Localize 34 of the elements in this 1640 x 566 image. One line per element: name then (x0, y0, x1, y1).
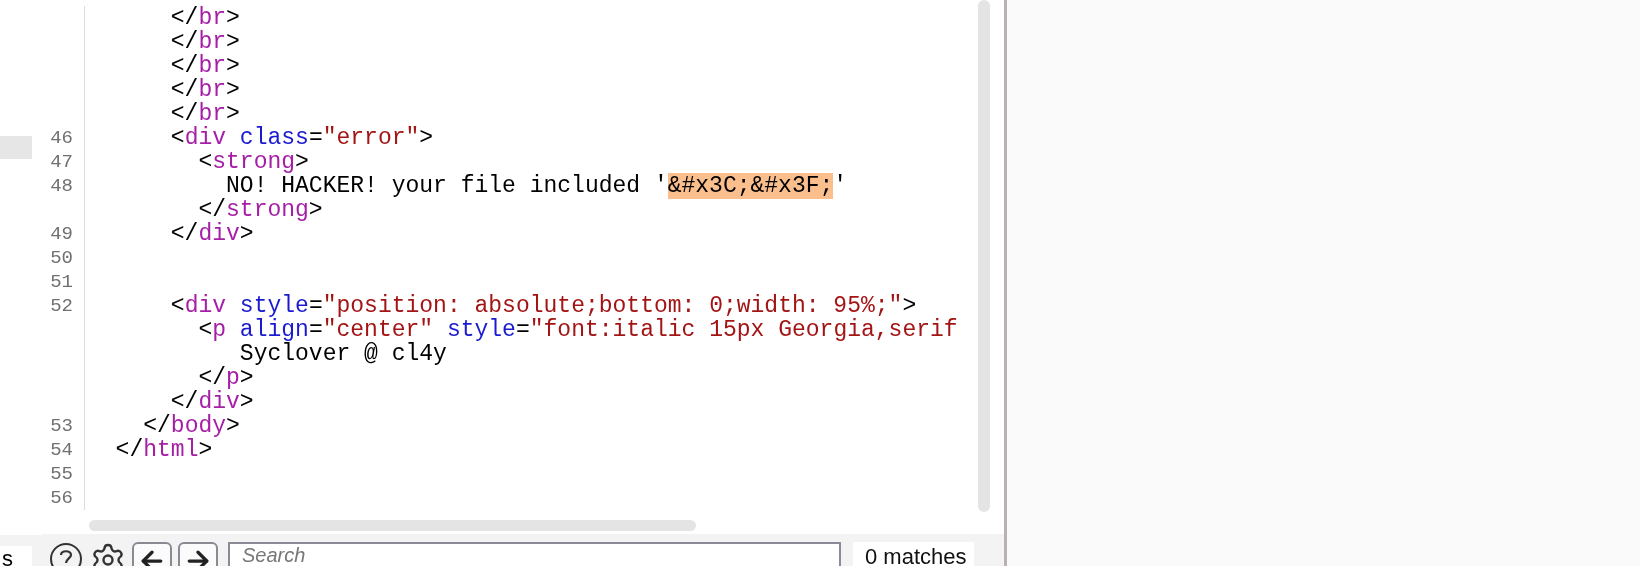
code-line: </br> (169, 102, 240, 126)
panel-label: s (0, 546, 32, 566)
code-line: </br> (169, 78, 240, 102)
code-line: <strong> (197, 150, 309, 174)
line-number: 52 (50, 294, 73, 318)
help-icon (49, 542, 83, 566)
code-line: </div> (169, 222, 254, 246)
code-line: Syclover @ cl4y (238, 342, 447, 366)
line-number: 49 (50, 222, 73, 246)
code-line: </p> (197, 366, 254, 390)
line-number: 50 (50, 246, 73, 270)
code-line: </br> (169, 30, 240, 54)
code-line: </br> (169, 54, 240, 78)
code-line: </html> (114, 438, 213, 462)
code-line: NO! HACKER! your file included '&#x3C;&#x3F;' (225, 174, 848, 198)
code-line: </br> (169, 6, 240, 30)
line-number: 51 (50, 270, 73, 294)
line-number: 48 (50, 174, 73, 198)
code-line: </body> (142, 414, 240, 438)
vertical-scrollbar[interactable] (978, 0, 990, 512)
code-line: </strong> (197, 198, 323, 222)
code-line: <p align="center" style="font:italic 15px Georgia,serif (197, 318, 958, 342)
horizontal-scrollbar[interactable] (89, 520, 696, 531)
line-number: 46 (50, 126, 73, 150)
match-count: 0 matches (853, 542, 974, 566)
code-line: <div style="position: absolute;bottom: 0;width: 95%;"> (169, 294, 917, 318)
line-number: 47 (50, 150, 73, 174)
code-line: </div> (170, 390, 254, 414)
search-field[interactable]: Search (228, 542, 841, 566)
line-number: 56 (50, 486, 73, 510)
line-number: 54 (50, 438, 73, 462)
line-number: 55 (50, 462, 73, 486)
code-line: <div class="error"> (169, 126, 434, 150)
line-number: 53 (50, 414, 73, 438)
